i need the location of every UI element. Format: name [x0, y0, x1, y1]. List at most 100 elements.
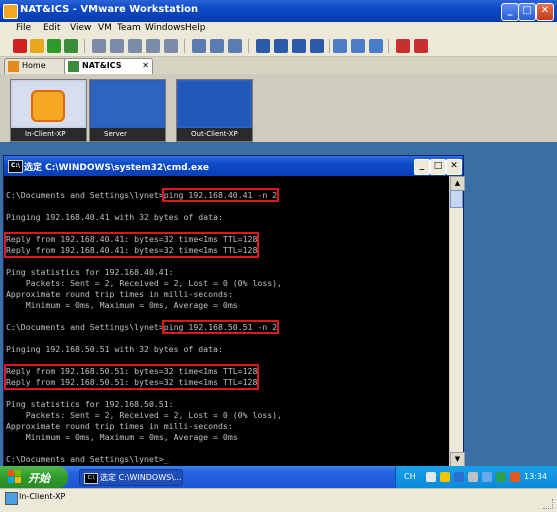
console-view-icon[interactable] — [351, 39, 365, 53]
system-tray: CH 13:34 — [395, 466, 557, 488]
console-line: C:\Documents and Settings\lynet>ping 192… — [6, 320, 449, 334]
reply-block-2: Reply from 192.168.50.51: bytes=32 time<… — [3, 364, 260, 390]
revert-snapshot-icon[interactable] — [110, 39, 124, 53]
close-button[interactable]: ✕ — [536, 3, 554, 21]
thumbnail-screen — [179, 82, 250, 126]
thumbnail-in-client-xp[interactable]: In-Client-XP — [10, 79, 87, 142]
tab-nat-ics[interactable]: NAT&ICS ✕ — [64, 58, 153, 75]
thumbnail-label: Out-Client-XP — [177, 128, 252, 141]
team-icon[interactable] — [164, 39, 178, 53]
quick-switch-icon[interactable] — [274, 39, 288, 53]
console-line: C:\Documents and Settings\lynet>ping 192… — [6, 188, 449, 202]
cmd-minimize-button[interactable]: _ — [414, 159, 430, 175]
snapshot-manager-icon[interactable] — [128, 39, 142, 53]
home-icon — [8, 61, 19, 72]
power-on-icon[interactable] — [47, 39, 61, 53]
thumbnail-view-icon[interactable] — [369, 39, 383, 53]
vm-thumbnails: In-Client-XP Server Out-Client-XP — [0, 74, 557, 142]
prompt: C:\Documents and Settings\lynet> — [6, 322, 164, 332]
vertical-scrollbar[interactable]: ▲ ▼ — [449, 176, 465, 467]
console-line: Ping statistics for 192.168.40.41: — [6, 267, 174, 277]
scroll-thumb[interactable] — [450, 190, 463, 208]
thumbnail-server[interactable]: Server — [89, 79, 166, 142]
start-label: 开始 — [28, 472, 50, 485]
prompt: C:\Documents and Settings\lynet> — [6, 190, 164, 200]
status-bar: In-Client-XP — [0, 488, 557, 512]
console-line: Reply from 192.168.40.41: bytes=32 time<… — [6, 234, 258, 244]
toolbar-separator — [84, 39, 85, 53]
menu-file[interactable]: File — [16, 23, 31, 33]
start-button[interactable]: 开始 — [0, 466, 68, 488]
close-tab-icon[interactable]: ✕ — [142, 59, 149, 73]
ping-command-2: ping 192.168.50.51 -n 2 — [161, 320, 280, 334]
toolbar-separator — [184, 39, 185, 53]
ping-command-1: ping 192.168.40.41 -n 2 — [161, 188, 280, 202]
console-line: Reply from 192.168.50.51: bytes=32 time<… — [6, 377, 258, 387]
tab-bar: Home NAT&ICS ✕ — [0, 57, 557, 75]
menu-bar: File Edit View VM Team Windows Help — [0, 22, 557, 36]
record-icon[interactable] — [192, 39, 206, 53]
maximize-button[interactable]: □ — [518, 3, 536, 21]
capture-icon[interactable] — [228, 39, 242, 53]
snapshot-icon[interactable] — [92, 39, 106, 53]
taskbar-item-label: 选定 C:\WINDOWS\... — [100, 473, 182, 482]
unity-icon[interactable] — [292, 39, 306, 53]
minimize-button[interactable]: _ — [501, 3, 519, 21]
scroll-down-icon[interactable]: ▼ — [450, 452, 465, 467]
volume-icon[interactable] — [496, 472, 506, 482]
console-line: Minimum = 0ms, Maximum = 0ms, Average = … — [6, 432, 238, 442]
cmd-maximize-button[interactable]: □ — [430, 159, 446, 175]
clock[interactable]: 13:34 — [524, 472, 547, 481]
help-icon[interactable] — [426, 472, 436, 482]
toolbar-separator — [248, 39, 249, 53]
summary-view-icon[interactable] — [333, 39, 347, 53]
power-off-icon[interactable] — [13, 39, 27, 53]
cmd-title: 选定 C:\WINDOWS\system32\cmd.exe — [24, 163, 210, 173]
console-output[interactable]: C:\Documents and Settings\lynet>ping 192… — [3, 176, 449, 467]
console-line: Approximate round trip times in milli-se… — [6, 421, 233, 431]
resize-grip[interactable] — [543, 499, 553, 509]
console-line: Minimum = 0ms, Maximum = 0ms, Average = … — [6, 300, 238, 310]
taskbar-cmd-item[interactable]: C:\ 选定 C:\WINDOWS\... — [79, 469, 183, 486]
security-icon[interactable] — [440, 472, 450, 482]
menu-help[interactable]: Help — [185, 23, 206, 33]
menu-vm[interactable]: VM — [98, 23, 112, 33]
cmd-title-bar[interactable]: C:\ 选定 C:\WINDOWS\system32\cmd.exe _ □ ✕ — [4, 156, 463, 176]
thumbnail-out-client-xp[interactable]: Out-Client-XP — [176, 79, 253, 142]
menu-windows[interactable]: Windows — [145, 23, 185, 33]
window-title: NAT&ICS - VMware Workstation — [20, 4, 199, 15]
cmd-icon: C:\ — [84, 473, 98, 484]
menu-view[interactable]: View — [70, 23, 91, 33]
settings-icon[interactable] — [468, 472, 478, 482]
reset-icon[interactable] — [64, 39, 78, 53]
cmd-icon: C:\ — [8, 160, 23, 173]
vmware-title-bar: NAT&ICS - VMware Workstation _ □ ✕ — [0, 0, 557, 22]
menu-team[interactable]: Team — [117, 23, 141, 33]
thumbnail-screen — [92, 82, 163, 126]
thumbnail-label: In-Client-XP — [11, 128, 86, 141]
network-icon[interactable] — [482, 472, 492, 482]
status-vm-name: In-Client-XP — [19, 492, 66, 501]
vmware-app-icon — [3, 4, 18, 19]
suspend-icon[interactable] — [30, 39, 44, 53]
cmd-window[interactable]: C:\ 选定 C:\WINDOWS\system32\cmd.exe _ □ ✕… — [3, 155, 465, 467]
team-power-icon[interactable] — [396, 39, 410, 53]
language-indicator[interactable]: CH — [404, 472, 416, 481]
console-line: Packets: Sent = 2, Received = 2, Lost = … — [6, 410, 283, 420]
menu-edit[interactable]: Edit — [43, 23, 60, 33]
scroll-up-icon[interactable]: ▲ — [450, 176, 465, 191]
clone-icon[interactable] — [146, 39, 160, 53]
team-settings-icon[interactable] — [414, 39, 428, 53]
keyboard-icon[interactable] — [454, 472, 464, 482]
full-screen-icon[interactable] — [256, 39, 270, 53]
toolbar-separator — [388, 39, 389, 53]
cmd-close-button[interactable]: ✕ — [446, 159, 462, 175]
console-line: Reply from 192.168.50.51: bytes=32 time<… — [6, 366, 258, 376]
shield-icon[interactable] — [510, 472, 520, 482]
fit-window-icon[interactable] — [310, 39, 324, 53]
thumbnail-screen — [13, 82, 84, 126]
replay-icon[interactable] — [210, 39, 224, 53]
